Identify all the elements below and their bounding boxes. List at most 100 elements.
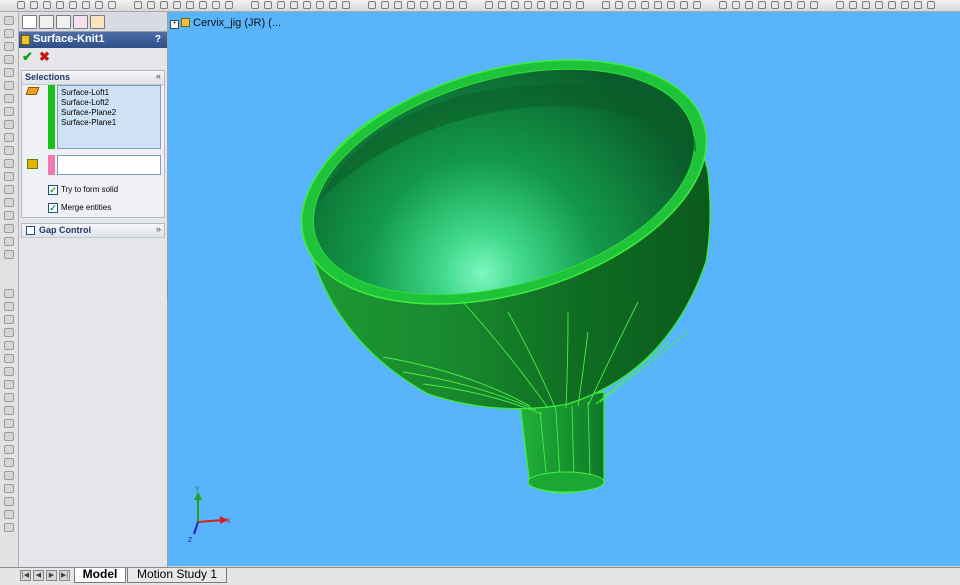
configuration-manager-tab-icon[interactable] <box>56 15 71 29</box>
surfaces-selection-list[interactable]: Surface-Loft1 Surface-Loft2 Surface-Plan… <box>57 85 161 149</box>
toolbar-command-icon[interactable] <box>485 1 493 9</box>
list-item[interactable]: Surface-Plane2 <box>61 108 116 118</box>
toolbar-command-icon[interactable] <box>264 1 272 9</box>
toolbar-command-icon[interactable] <box>4 432 14 441</box>
toolbar-command-icon[interactable] <box>537 1 545 9</box>
toolbar-command-icon[interactable] <box>4 393 14 402</box>
toolbar-command-icon[interactable] <box>4 380 14 389</box>
toolbar-command-icon[interactable] <box>628 1 636 9</box>
toolbar-command-icon[interactable] <box>875 1 883 9</box>
toolbar-command-icon[interactable] <box>784 1 792 9</box>
toolbar-command-icon[interactable] <box>4 458 14 467</box>
toolbar-command-icon[interactable] <box>680 1 688 9</box>
toolbar-command-icon[interactable] <box>4 289 14 298</box>
toolbar-command-icon[interactable] <box>160 1 168 9</box>
toolbar-command-icon[interactable] <box>4 172 14 181</box>
toolbar-command-icon[interactable] <box>43 1 51 9</box>
toolbar-command-icon[interactable] <box>329 1 337 9</box>
toolbar-command-icon[interactable] <box>108 1 116 9</box>
selections-header[interactable]: Selections « <box>22 71 164 85</box>
toolbar-command-icon[interactable] <box>134 1 142 9</box>
toolbar-command-icon[interactable] <box>4 250 14 259</box>
collapse-chevron-icon[interactable]: « <box>156 71 161 81</box>
toolbar-command-icon[interactable] <box>719 1 727 9</box>
toolbar-command-icon[interactable] <box>420 1 428 9</box>
toolbar-command-icon[interactable] <box>4 302 14 311</box>
toolbar-command-icon[interactable] <box>654 1 662 9</box>
toolbar-command-icon[interactable] <box>4 120 14 129</box>
gap-control-checkbox[interactable] <box>26 226 35 235</box>
toolbar-command-icon[interactable] <box>56 1 64 9</box>
last-tab-button[interactable]: ▶| <box>59 570 70 581</box>
toolbar-command-icon[interactable] <box>4 16 14 25</box>
toolbar-command-icon[interactable] <box>901 1 909 9</box>
toolbar-command-icon[interactable] <box>407 1 415 9</box>
toolbar-command-icon[interactable] <box>69 1 77 9</box>
toolbar-command-icon[interactable] <box>797 1 805 9</box>
toolbar-command-icon[interactable] <box>433 1 441 9</box>
toolbar-command-icon[interactable] <box>316 1 324 9</box>
cancel-x-icon[interactable]: ✖ <box>39 50 50 63</box>
merge-entities-checkbox[interactable]: ✓ <box>48 203 58 213</box>
list-item[interactable]: Surface-Plane1 <box>61 118 116 128</box>
toolbar-command-icon[interactable] <box>4 94 14 103</box>
toolbar-command-icon[interactable] <box>576 1 584 9</box>
toolbar-command-icon[interactable] <box>615 1 623 9</box>
prev-tab-button[interactable]: ◀ <box>33 570 44 581</box>
gap-control-header[interactable]: Gap Control » <box>22 224 164 238</box>
toolbar-command-icon[interactable] <box>550 1 558 9</box>
toolbar-command-icon[interactable] <box>173 1 181 9</box>
toolbar-command-icon[interactable] <box>4 367 14 376</box>
toolbar-command-icon[interactable] <box>4 224 14 233</box>
tab-motion-study-1[interactable]: Motion Study 1 <box>127 568 227 583</box>
toolbar-command-icon[interactable] <box>199 1 207 9</box>
toolbar-command-icon[interactable] <box>4 81 14 90</box>
toolbar-command-icon[interactable] <box>4 510 14 519</box>
toolbar-command-icon[interactable] <box>4 406 14 415</box>
toolbar-command-icon[interactable] <box>290 1 298 9</box>
toolbar-command-icon[interactable] <box>459 1 467 9</box>
next-tab-button[interactable]: ▶ <box>46 570 57 581</box>
toolbar-command-icon[interactable] <box>381 1 389 9</box>
toolbar-command-icon[interactable] <box>4 68 14 77</box>
toolbar-command-icon[interactable] <box>4 341 14 350</box>
toolbar-command-icon[interactable] <box>4 146 14 155</box>
toolbar-command-icon[interactable] <box>498 1 506 9</box>
expand-chevron-icon[interactable]: » <box>156 224 161 234</box>
toolbar-command-icon[interactable] <box>4 198 14 207</box>
toolbar-command-icon[interactable] <box>147 1 155 9</box>
toolbar-command-icon[interactable] <box>836 1 844 9</box>
display-manager-tab-icon[interactable] <box>90 15 105 29</box>
toolbar-command-icon[interactable] <box>4 55 14 64</box>
toolbar-command-icon[interactable] <box>4 471 14 480</box>
toolbar-command-icon[interactable] <box>810 1 818 9</box>
toolbar-command-icon[interactable] <box>4 133 14 142</box>
feature-manager-tab-icon[interactable] <box>22 15 37 29</box>
toolbar-command-icon[interactable] <box>914 1 922 9</box>
toolbar-command-icon[interactable] <box>524 1 532 9</box>
toolbar-command-icon[interactable] <box>4 237 14 246</box>
toolbar-command-icon[interactable] <box>4 185 14 194</box>
toolbar-command-icon[interactable] <box>4 523 14 532</box>
toolbar-command-icon[interactable] <box>17 1 25 9</box>
ok-check-icon[interactable]: ✔ <box>22 50 33 63</box>
toolbar-command-icon[interactable] <box>771 1 779 9</box>
toolbar-command-icon[interactable] <box>641 1 649 9</box>
first-tab-button[interactable]: |◀ <box>20 570 31 581</box>
toolbar-command-icon[interactable] <box>511 1 519 9</box>
toolbar-command-icon[interactable] <box>602 1 610 9</box>
toolbar-command-icon[interactable] <box>732 1 740 9</box>
graphics-viewport[interactable]: X Y Z + Cervix_jig (JR) (... <box>168 12 960 566</box>
toolbar-command-icon[interactable] <box>446 1 454 9</box>
toolbar-command-icon[interactable] <box>563 1 571 9</box>
toolbar-command-icon[interactable] <box>4 159 14 168</box>
toolbar-command-icon[interactable] <box>4 484 14 493</box>
toolbar-command-icon[interactable] <box>4 107 14 116</box>
toolbar-command-icon[interactable] <box>693 1 701 9</box>
toolbar-command-icon[interactable] <box>394 1 402 9</box>
toolbar-command-icon[interactable] <box>4 445 14 454</box>
toolbar-command-icon[interactable] <box>95 1 103 9</box>
toolbar-command-icon[interactable] <box>4 497 14 506</box>
toolbar-command-icon[interactable] <box>251 1 259 9</box>
tree-expand-icon[interactable]: + <box>170 20 179 29</box>
